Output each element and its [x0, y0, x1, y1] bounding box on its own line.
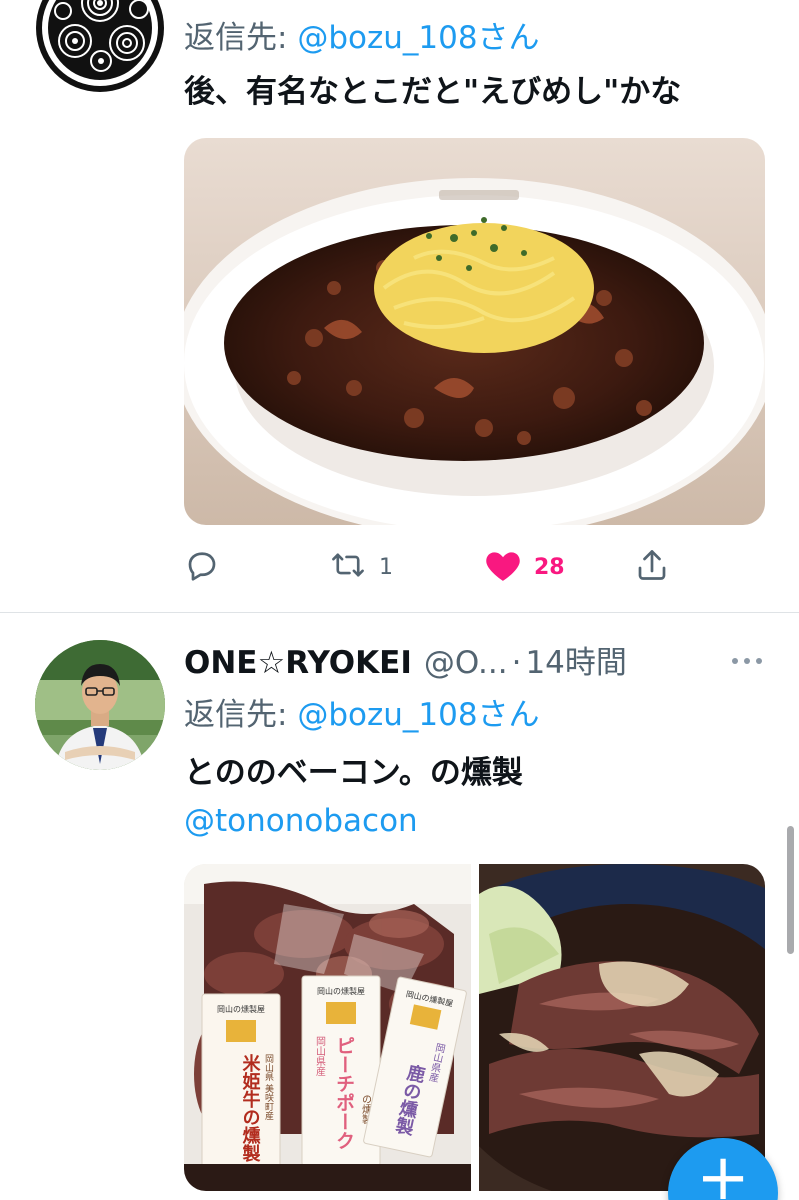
compose-tweet-button[interactable]: +	[668, 1138, 778, 1200]
plus-icon: +	[696, 1141, 750, 1200]
reply-mention-link[interactable]: @bozu_108さん	[297, 20, 539, 56]
mention-link-tononobacon[interactable]: @tononobacon	[184, 800, 765, 842]
reply-button[interactable]	[184, 545, 220, 589]
scrollbar[interactable]	[787, 826, 794, 954]
like-button[interactable]: 28	[484, 545, 565, 589]
svg-text:岡山県産: 岡山県産	[314, 1036, 326, 1077]
reply-to-line: 返信先: @bozu_108さん	[184, 689, 765, 734]
more-options-icon[interactable]	[727, 652, 767, 664]
reply-prefix: 返信先:	[184, 697, 298, 733]
retweet-count: 1	[379, 554, 393, 580]
tweet-header: ONE☆RYOKEI @O... · 14時間	[184, 637, 714, 679]
svg-text:米姫牛の燻製: 米姫牛の燻製	[240, 1053, 262, 1163]
tweet-image-ebimeshi[interactable]	[184, 138, 765, 525]
tweet-1[interactable]: 返信先: @bozu_108さん 後、有名なとこだと"えびめし"かな 1 28	[0, 0, 799, 612]
reply-icon	[184, 547, 220, 587]
reply-mention-link[interactable]: @bozu_108さん	[297, 697, 539, 733]
tweet-2[interactable]: ONE☆RYOKEI @O... · 14時間 返信先: @bozu_108さん…	[0, 613, 799, 1200]
tweet-text: 後、有名なとこだと"えびめし"かな	[184, 74, 682, 110]
tweet-text: とののベーコン。の燻製	[184, 755, 523, 791]
tweet-actions: 1 28	[184, 545, 674, 589]
retweet-button[interactable]: 1	[329, 545, 393, 589]
share-icon	[634, 547, 670, 587]
user-handle[interactable]: @O...	[424, 645, 508, 679]
avatar-user-2[interactable]	[35, 640, 165, 770]
avatar-user-1[interactable]	[35, 0, 165, 93]
share-button[interactable]	[634, 545, 670, 589]
reply-to-line: 返信先: @bozu_108さん	[184, 12, 765, 57]
reply-prefix: 返信先:	[184, 20, 298, 56]
svg-text:ピーチポーク: ピーチポーク	[333, 1036, 355, 1150]
svg-text:岡山県 美咲町産: 岡山県 美咲町産	[263, 1054, 274, 1121]
svg-text:岡山の燻製屋: 岡山の燻製屋	[317, 986, 365, 996]
svg-text:岡山の燻製屋: 岡山の燻製屋	[217, 1004, 265, 1014]
display-name[interactable]: ONE☆RYOKEI	[184, 645, 412, 679]
like-count: 28	[534, 554, 565, 580]
tweet-time[interactable]: 14時間	[525, 637, 626, 679]
separator-dot: ·	[511, 645, 522, 679]
tweet-image-smoked-products[interactable]: 岡山の燻製屋 岡山県 美咲町産 米姫牛の燻製 岡山の燻製屋 岡山県産 ピーチポー…	[184, 864, 471, 1191]
product-label-beef: 岡山の燻製屋 岡山県 美咲町産 米姫牛の燻製	[201, 993, 281, 1175]
heart-filled-icon	[484, 547, 522, 587]
retweet-icon	[329, 547, 367, 587]
